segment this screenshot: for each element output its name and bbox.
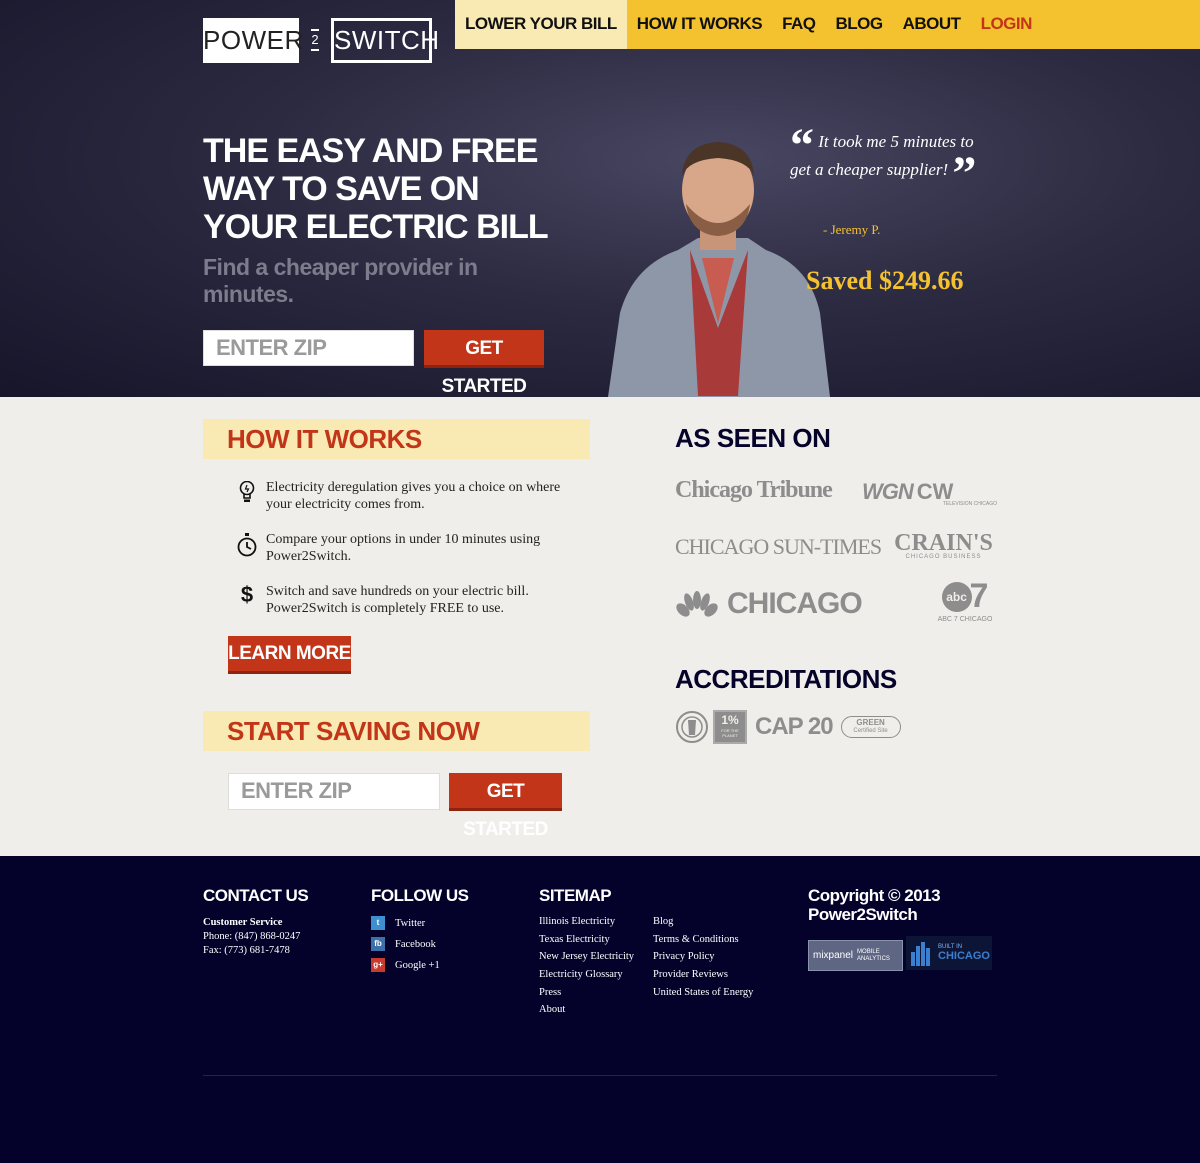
sitemap-link[interactable]: Electricity Glossary [539, 969, 623, 980]
hero-get-started-button[interactable]: GET STARTED [424, 330, 544, 397]
sitemap-link[interactable]: Blog [653, 916, 673, 927]
green-certified-badge: GREEN Certified Site [840, 716, 901, 738]
hero-headline: THE EASY AND FREE WAY TO SAVE ON YOUR EL… [203, 132, 549, 246]
start-saving-title: START SAVING NOW [203, 711, 590, 751]
follow-title: FOLLOW US [371, 886, 469, 905]
main-content: HOW IT WORKS Electricity deregulation gi… [0, 397, 1200, 856]
twitter-icon: t [371, 916, 385, 930]
sitemap-link[interactable]: Terms & Conditions [653, 934, 739, 945]
logo-switch: SWITCH [331, 17, 439, 63]
sitemap-title: SITEMAP [539, 886, 612, 905]
logo[interactable]: POWER 2 SWITCH [203, 17, 439, 63]
contact-fax: Fax: (773) 681-7478 [203, 945, 290, 956]
logo-two: 2 [299, 27, 331, 53]
nbc-peacock-icon [676, 591, 718, 617]
hero: POWER 2 SWITCH LOWER YOUR BILL HOW IT WO… [0, 0, 1200, 397]
chicago-tribune-logo: Chicago Tribune [675, 477, 833, 503]
sitemap-link[interactable]: New Jersey Electricity [539, 951, 634, 962]
stopwatch-icon [228, 531, 266, 565]
cap20-badge: CAP 20 [755, 713, 834, 740]
hero-zip-input[interactable]: ENTER ZIP [203, 330, 414, 366]
footer-divider [203, 1075, 997, 1076]
step-text: Electricity deregulation gives you a cho… [266, 480, 561, 512]
sitemap-link[interactable]: Illinois Electricity [539, 916, 615, 927]
start-saving-get-started-button[interactable]: GET STARTED [449, 773, 562, 840]
wgn-cw-logo: WGN CW TELEVISION CHICAGO [862, 479, 997, 507]
facebook-icon: fb [371, 937, 385, 951]
sitemap-link[interactable]: Texas Electricity [539, 934, 610, 945]
step-item: Electricity deregulation gives you a cho… [228, 479, 588, 513]
sitemap-link[interactable]: United States of Energy [653, 987, 753, 998]
contact-title: CONTACT US [203, 886, 309, 905]
lightbulb-icon [228, 479, 266, 513]
mixpanel-badge[interactable]: mixpanel MOBILE ANALYTICS [808, 940, 903, 971]
nav-faq[interactable]: FAQ [772, 0, 825, 49]
google-plus-icon: g+ [371, 958, 385, 972]
sitemap-link[interactable]: About [539, 1004, 565, 1015]
accreditation-badges: 1% FOR THE PLANET CAP 20 GREEN Certified… [676, 710, 901, 744]
logo-power: POWER [203, 17, 303, 63]
contact-phone: Phone: (847) 868-0247 [203, 931, 301, 942]
testimonial-author: - Jeremy P. [823, 222, 881, 237]
sun-times-logo: CHICAGO SUN-TIMES [675, 534, 882, 559]
contact-label: Customer Service [203, 917, 283, 928]
main-nav: LOWER YOUR BILL HOW IT WORKS FAQ BLOG AB… [455, 0, 1200, 49]
nav-lower-your-bill[interactable]: LOWER YOUR BILL [455, 0, 627, 49]
footer-zip-input[interactable]: ENTER ZIP [228, 773, 440, 810]
testimonial-quote: “ It took me 5 minutes to get a cheaper … [790, 119, 977, 200]
copyright: Copyright © 2013 Power2Switch [808, 886, 941, 924]
how-it-works-title: HOW IT WORKS [203, 419, 590, 459]
as-seen-on-title: AS SEEN ON [675, 423, 831, 453]
one-percent-planet-badge: 1% FOR THE PLANET [713, 710, 747, 744]
built-in-chicago-badge[interactable]: BUILT IN CHICAGO [906, 936, 992, 970]
sitemap-link[interactable]: Press [539, 987, 561, 998]
illinois-seal-icon [676, 711, 708, 743]
abc7-logo: abc 7 ABC 7 CHICAGO [937, 577, 993, 623]
learn-more-button[interactable]: LEARN MORE [228, 636, 351, 674]
step-item: $ Switch and save hundreds on your elect… [228, 583, 588, 617]
step-text: Switch and save hundreds on your electri… [266, 584, 529, 616]
sitemap-link[interactable]: Privacy Policy [653, 951, 715, 962]
nav-login[interactable]: LOGIN [971, 0, 1042, 49]
nbc-chicago-logo: CHICAGO [675, 587, 863, 621]
social-google-plus[interactable]: g+ Google +1 [371, 958, 440, 972]
footer: CONTACT US Customer Service Phone: (847)… [0, 856, 1200, 1163]
crains-logo: CRAIN'S CHICAGO BUSINESS [894, 530, 993, 560]
sitemap-link[interactable]: Provider Reviews [653, 969, 728, 980]
hero-subhead: Find a cheaper provider in minutes. [203, 254, 478, 307]
step-item: Compare your options in under 10 minutes… [228, 531, 588, 565]
step-text: Compare your options in under 10 minutes… [266, 532, 541, 564]
social-facebook[interactable]: fb Facebook [371, 937, 436, 951]
nav-about[interactable]: ABOUT [893, 0, 971, 49]
testimonial-saved-amount: Saved $249.66 [806, 266, 964, 295]
accreditations-title: ACCREDITATIONS [675, 664, 897, 694]
skyline-icon [911, 942, 930, 966]
nav-how-it-works[interactable]: HOW IT WORKS [627, 0, 772, 49]
dollar-icon: $ [240, 582, 254, 607]
nav-blog[interactable]: BLOG [826, 0, 893, 49]
social-twitter[interactable]: t Twitter [371, 916, 425, 930]
